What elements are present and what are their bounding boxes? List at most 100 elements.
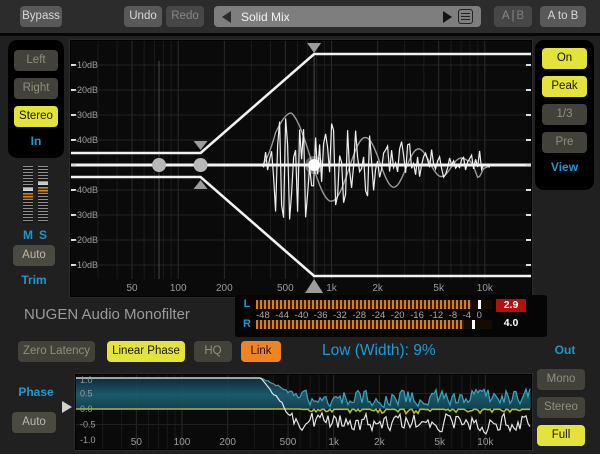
phase-auto-button[interactable]: Auto (12, 412, 56, 433)
trim-label: Trim (10, 273, 58, 287)
freq-tick-label: 50 (131, 437, 143, 448)
freq-tick-label: 10k (477, 437, 494, 448)
input-right-button[interactable]: Right (14, 78, 58, 99)
view-peak-button[interactable]: Peak (542, 76, 587, 97)
corr-tick-label: -0.5 (80, 420, 96, 430)
plugin-title: NUGEN Audio Monofilter (24, 306, 190, 323)
view-third-octave-button[interactable]: 1/3 (542, 104, 587, 125)
freq-tick-label: 200 (216, 283, 233, 294)
meter-r (256, 320, 492, 329)
input-panel: Left Right Stereo In (8, 40, 64, 158)
preset-prev-icon[interactable] (222, 11, 231, 23)
freq-tick-label: 100 (170, 283, 187, 294)
a-to-b-button[interactable]: A to B (540, 6, 586, 27)
input-panel-label: In (8, 134, 64, 148)
ab-separator: | (510, 10, 517, 22)
meter-r-peak (472, 320, 475, 329)
view-pre-button[interactable]: Pre (542, 132, 587, 153)
db-tick-label: -20dB (74, 85, 98, 95)
redo-button[interactable]: Redo (166, 6, 204, 27)
phase-pointer-icon[interactable] (62, 401, 72, 413)
trim-meter-m-label: M (21, 228, 35, 242)
freq-tick-label: 2k (374, 437, 386, 448)
crossover-axis-marker[interactable] (305, 279, 323, 293)
db-tick-label: -40dB (74, 185, 98, 195)
meter-l (256, 300, 492, 309)
freq-tick-label: 1k (328, 437, 340, 448)
meter-r-label: R (240, 318, 254, 330)
crossover-handle[interactable] (308, 159, 320, 171)
freq-tick-label: 200 (219, 437, 236, 448)
view-panel-label: View (535, 160, 594, 174)
db-tick-label: -10dB (74, 260, 98, 270)
view-panel: On Peak 1/3 Pre View (535, 40, 594, 190)
linear-phase-button[interactable]: Linear Phase (107, 341, 185, 362)
corr-tick-label: -1.0 (80, 435, 96, 445)
correlation-graph[interactable]: 1.0 0.5 0.0 -0.5 -1.0 50 100 200 500 1k 2k 5k 10k (75, 374, 532, 450)
hq-button[interactable]: HQ (194, 341, 232, 362)
view-on-button[interactable]: On (542, 48, 587, 69)
meter-r-fill (256, 320, 464, 329)
freq-tick-label: 100 (174, 437, 191, 448)
freq-tick-label: 500 (277, 283, 294, 294)
freq-tick-label: 5k (433, 283, 445, 294)
meter-l-value-badge: 2.9 (496, 299, 526, 312)
filter-readout: Low (Width): 9% (322, 342, 436, 360)
freq-tick-label: 50 (126, 283, 138, 294)
output-stereo-button[interactable]: Stereo (537, 397, 585, 418)
filter-lower-bound[interactable] (71, 177, 531, 276)
freq-tick-label: 500 (280, 437, 297, 448)
undo-button[interactable]: Undo (124, 6, 162, 27)
monofilter-window: Bypass Undo Redo Solid Mix A|B A to B Le… (0, 0, 600, 454)
topbar: Bypass Undo Redo Solid Mix A|B A to B (0, 0, 600, 36)
crossover-graph[interactable]: -10dB -20dB -30dB -40dB -40dB -30dB -20dB -10dB… (70, 40, 532, 297)
meter-l-peak (478, 300, 481, 309)
db-tick-label: -10dB (74, 60, 98, 70)
trim-meter-s-band (38, 187, 48, 194)
freq-tick-label: 10k (477, 283, 494, 294)
corr-tick-label: 0.0 (80, 404, 93, 414)
preset-next-icon[interactable] (443, 11, 452, 23)
link-button[interactable]: Link (241, 341, 281, 362)
meter-l-label: L (240, 298, 254, 310)
output-full-button[interactable]: Full (537, 425, 585, 446)
filter-upper-bound[interactable] (71, 54, 531, 153)
trim-auto-button[interactable]: Auto (13, 245, 55, 266)
freq-tick-label: 1k (326, 283, 338, 294)
preset-selector[interactable]: Solid Mix (214, 6, 481, 27)
phase-label: Phase (12, 385, 60, 399)
meter-r-value: 4.0 (496, 317, 526, 330)
input-stereo-button[interactable]: Stereo (14, 106, 58, 127)
db-tick-label: -40dB (74, 135, 98, 145)
trim-meter-m-band (23, 193, 33, 200)
db-tick-label: -30dB (74, 110, 98, 120)
filter-handle-low[interactable] (152, 158, 166, 172)
trim-meter-s-cap (38, 182, 48, 185)
trim-meter-s-label: S (36, 228, 50, 242)
ab-compare-button[interactable]: A|B (494, 6, 532, 27)
ab-b-label: B (517, 10, 525, 22)
crossover-top-marker[interactable] (307, 43, 321, 53)
freq-tick-label: 2k (372, 283, 384, 294)
bypass-button[interactable]: Bypass (20, 6, 62, 27)
spectrum-trace-white (262, 118, 490, 219)
input-left-button[interactable]: Left (14, 50, 58, 71)
meter-l-fill (256, 300, 471, 309)
output-panel-label: Out (545, 343, 585, 357)
corr-tick-label: 1.0 (80, 375, 93, 385)
corr-tick-label: 0.5 (80, 389, 93, 399)
zero-latency-button[interactable]: Zero Latency (18, 341, 95, 362)
db-tick-label: -20dB (74, 235, 98, 245)
crossover-graph-svg: -10dB -20dB -30dB -40dB -40dB -30dB -20dB -10dB… (71, 41, 531, 296)
db-tick-label: -30dB (74, 210, 98, 220)
freq-tick-label: 5k (434, 437, 446, 448)
trim-meter-s (38, 166, 48, 223)
filter-handle-mid[interactable] (194, 158, 208, 172)
trim-meter-m-cap (23, 188, 33, 191)
preset-list-icon[interactable] (458, 9, 473, 24)
correlation-graph-svg: 1.0 0.5 0.0 -0.5 -1.0 50 100 200 500 1k 2k 5k 10k (76, 375, 531, 449)
trim-meter-m (23, 166, 33, 223)
output-mono-button[interactable]: Mono (537, 369, 585, 390)
ab-a-label: A (502, 10, 510, 22)
preset-name: Solid Mix (231, 10, 443, 24)
